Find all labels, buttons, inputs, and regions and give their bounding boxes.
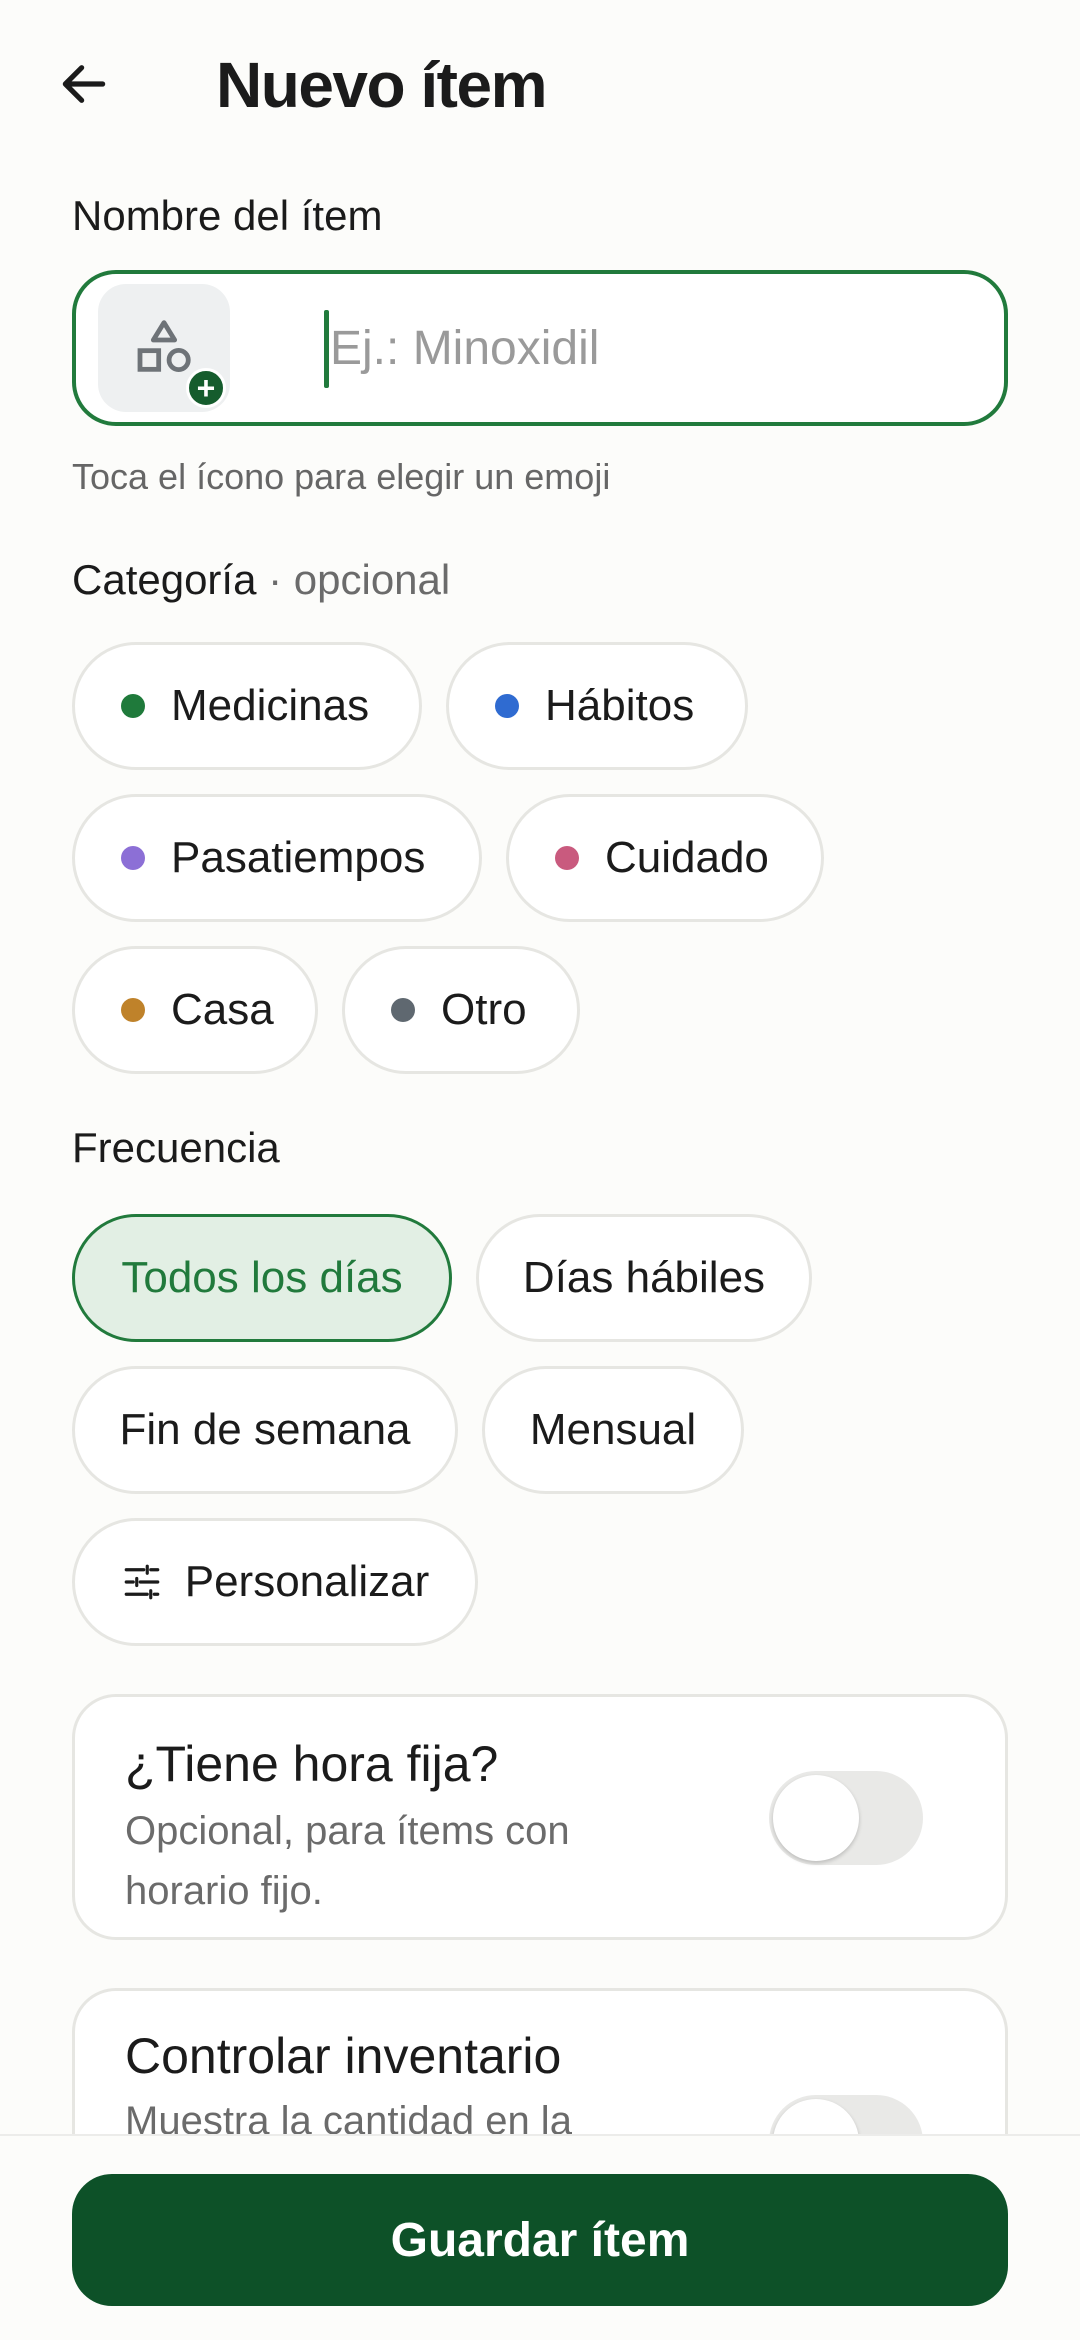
emoji-picker-button[interactable]: + — [98, 284, 230, 412]
chip-label: Casa — [171, 985, 274, 1034]
category-chip-cuidado[interactable]: Cuidado — [506, 794, 824, 922]
shapes-icon — [137, 320, 191, 372]
frequency-chip-mensual[interactable]: Mensual — [482, 1366, 744, 1494]
chip-label: Pasatiempos — [171, 833, 426, 882]
category-dot — [121, 846, 145, 870]
category-label-text: Categoría — [72, 556, 257, 603]
optional-hint: · opcional — [268, 556, 451, 603]
fixed-time-subtitle: Opcional, para ítems con horario fijo. — [125, 1809, 570, 1913]
chip-label: Días hábiles — [522, 1253, 766, 1302]
category-chip-otro[interactable]: Otro — [342, 946, 580, 1074]
fixed-time-toggle[interactable] — [769, 1771, 923, 1865]
arrow-left-icon — [62, 65, 106, 103]
frequency-chip-personalizar[interactable]: Personalizar — [72, 1518, 478, 1646]
frequency-chip-todos-los-dias[interactable]: Todos los días — [72, 1214, 452, 1342]
chip-label: Personalizar — [184, 1557, 430, 1606]
category-chip-pasatiempos[interactable]: Pasatiempos — [72, 794, 482, 922]
tune-icon — [121, 1561, 163, 1603]
item-name-input[interactable] — [326, 274, 976, 422]
plus-icon: + — [186, 368, 226, 408]
chip-label: Cuidado — [605, 833, 769, 882]
save-item-button[interactable]: Guardar ítem — [72, 2174, 1008, 2306]
category-dot — [555, 846, 579, 870]
category-dot — [391, 998, 415, 1022]
bottom-action-bar: Guardar ítem — [0, 2134, 1080, 2340]
category-dot — [121, 998, 145, 1022]
chip-label: Fin de semana — [119, 1405, 411, 1454]
emoji-helper-text: Toca el ícono para elegir un emoji — [72, 456, 611, 497]
category-dot — [495, 694, 519, 718]
item-name-label: Nombre del ítem — [72, 192, 383, 239]
frequency-chip-fin-de-semana[interactable]: Fin de semana — [72, 1366, 458, 1494]
chip-label: Hábitos — [545, 681, 695, 730]
page-title: Nuevo ítem — [216, 49, 547, 121]
toggle-knob — [773, 1775, 859, 1861]
back-button[interactable] — [48, 48, 120, 120]
frequency-chip-dias-habiles[interactable]: Días hábiles — [476, 1214, 812, 1342]
chip-label: Mensual — [529, 1405, 697, 1454]
chip-label: Medicinas — [171, 681, 370, 730]
chip-label: Otro — [441, 985, 527, 1034]
category-label: Categoría · opcional — [72, 556, 450, 604]
inventory-title: Controlar inventario — [125, 2028, 562, 2084]
category-chip-habitos[interactable]: Hábitos — [446, 642, 748, 770]
item-name-field[interactable]: + — [72, 270, 1008, 426]
category-dot — [121, 694, 145, 718]
category-chip-medicinas[interactable]: Medicinas — [72, 642, 422, 770]
category-chip-casa[interactable]: Casa — [72, 946, 318, 1074]
fixed-time-card: ¿Tiene hora fija? Opcional, para ítems c… — [72, 1694, 1008, 1940]
new-item-screen: Nuevo ítem Nombre del ítem + Toca el íco… — [0, 0, 1080, 2340]
chip-label: Todos los días — [121, 1253, 403, 1302]
frequency-label: Frecuencia — [72, 1124, 280, 1171]
fixed-time-title: ¿Tiene hora fija? — [125, 1736, 499, 1792]
